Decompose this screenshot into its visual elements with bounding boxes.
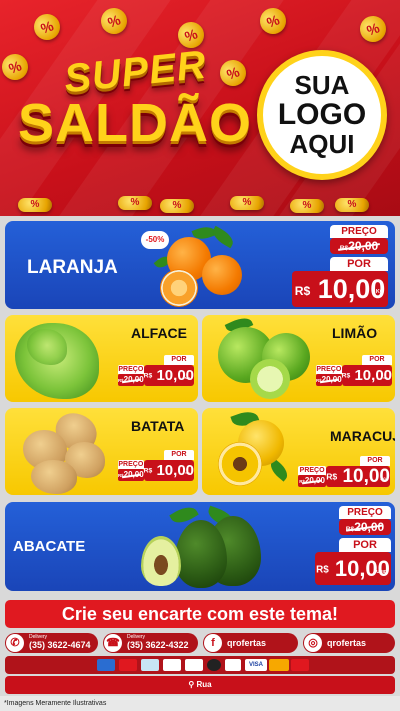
promo-banner[interactable]: Crie seu encarte com este tema!	[5, 600, 395, 628]
new-price: R$ 10,00 KG	[341, 365, 393, 386]
facebook-icon: f	[204, 634, 222, 652]
visa-icon: VISA	[245, 659, 267, 671]
old-price: R$20,00	[298, 475, 327, 487]
phone-contact[interactable]: ☎ Delivery (35) 3622-4322	[103, 633, 198, 653]
product-card-maracuja[interactable]: MARACUJÁ PREÇO R$20,00 POR R$ 10,00KG	[202, 408, 395, 495]
por-label: POR	[362, 355, 393, 365]
whatsapp-icon: ✆	[6, 634, 24, 652]
product-card-batata[interactable]: BATATA PREÇO R$20,00 POR R$ 10,00 KG	[5, 408, 198, 495]
payment-card-icon	[141, 659, 159, 671]
disclaimer: *Imagens Meramente Ilustrativas	[0, 696, 400, 711]
payment-methods: VISA	[5, 656, 395, 674]
por-label: POR	[339, 538, 391, 552]
old-price: R$20,00	[118, 374, 144, 386]
price-tag: PREÇO R$20,00 POR R$ 10,00 KG	[316, 355, 393, 386]
brand-title: SUPER SALDÃO	[12, 43, 252, 170]
por-label: POR	[164, 355, 195, 365]
new-price: R$ 10,00 KG	[292, 271, 388, 307]
instagram-icon: ◎	[304, 634, 322, 652]
percent-coin-icon: %	[30, 10, 64, 44]
product-name: LARANJA	[27, 257, 118, 278]
product-name: ABACATE	[13, 538, 86, 555]
price-label: PREÇO	[298, 466, 327, 475]
payment-card-icon	[225, 659, 241, 671]
por-label: POR	[164, 450, 195, 460]
percent-coin-icon: %	[118, 196, 152, 210]
payment-card-icon	[291, 659, 309, 671]
product-card-alface[interactable]: ALFACE PREÇO R$20,00 POR R$ 10,00 UNID	[5, 315, 198, 402]
brand-title-bottom: SALDÃO	[18, 93, 252, 153]
old-price: R$20,00	[316, 374, 342, 386]
payment-card-icon	[185, 659, 203, 671]
instagram-contact[interactable]: ◎ qrofertas	[303, 633, 395, 653]
price-label: PREÇO	[316, 365, 342, 374]
price-label: PREÇO	[330, 225, 388, 238]
new-price: R$ 10,00 UNID	[143, 365, 195, 386]
whatsapp-contact[interactable]: ✆ Delivery (35) 3622-4674	[5, 633, 98, 653]
payment-card-icon	[97, 659, 115, 671]
price-tag: PREÇO R$20,00 POR R$ 10,00 KG	[292, 225, 388, 307]
percent-coin-icon: %	[230, 196, 264, 210]
contacts-bar: ✆ Delivery (35) 3622-4674 ☎ Delivery (35…	[5, 633, 395, 653]
old-price: R$20,00	[339, 519, 391, 535]
mastercard-icon	[269, 659, 289, 671]
price-label: PREÇO	[118, 365, 144, 374]
product-name: LIMÃO	[332, 325, 378, 341]
logo-line-1: SUA	[294, 69, 350, 100]
percent-coin-icon: %	[18, 198, 52, 212]
old-price: R$20,00	[118, 469, 144, 481]
contact-value: qrofertas	[227, 638, 267, 648]
old-price: R$20,00	[330, 238, 388, 254]
price-tag: PREÇO R$20,00 POR R$ 10,00 KG	[298, 456, 390, 487]
header: % % % % % % % % % % % % % SUPER SALDÃO S…	[0, 0, 400, 216]
product-name: BATATA	[131, 418, 185, 434]
facebook-contact[interactable]: f qrofertas	[203, 633, 298, 653]
product-card-limao[interactable]: LIMÃO PREÇO R$20,00 POR R$ 10,00 KG	[202, 315, 395, 402]
address-bar[interactable]: ⚲ Rua	[5, 676, 395, 694]
product-card-abacate[interactable]: ABACATE PREÇO R$20,00 POR R$ 10,00 UNID	[5, 502, 395, 591]
percent-coin-icon: %	[160, 199, 194, 213]
price-tag: PREÇO R$20,00 POR R$ 10,00 UNID	[315, 506, 391, 585]
price-tag: PREÇO R$20,00 POR R$ 10,00 KG	[118, 450, 195, 481]
price-tag: PREÇO R$20,00 POR R$ 10,00 UNID	[118, 355, 195, 386]
product-card-laranja[interactable]: LARANJA -50% PREÇO R$20,00 POR R$ 10,00 K…	[5, 221, 395, 309]
contact-value: (35) 3622-4322	[127, 640, 189, 650]
product-name: ALFACE	[131, 325, 187, 341]
phone-icon: ☎	[104, 634, 122, 652]
new-price: R$ 10,00 KG	[143, 460, 195, 481]
payment-card-icon	[119, 659, 137, 671]
contact-value: qrofertas	[327, 638, 367, 648]
percent-coin-icon: %	[335, 198, 369, 212]
logo-line-2: LOGO	[277, 98, 367, 132]
contact-value: (35) 3622-4674	[29, 640, 91, 650]
logo-line-3: AQUI	[289, 128, 355, 159]
new-price: R$ 10,00 KG	[326, 466, 390, 487]
payment-card-icon	[163, 659, 181, 671]
por-label: POR	[330, 257, 388, 271]
logo-placeholder[interactable]: SUA LOGO AQUI	[257, 50, 387, 180]
product-name: MARACUJÁ	[330, 428, 395, 444]
percent-coin-icon: %	[290, 199, 324, 213]
address-text: Rua	[196, 680, 212, 689]
payment-card-icon	[207, 659, 221, 671]
price-label: PREÇO	[339, 506, 391, 519]
por-label: POR	[360, 456, 390, 466]
price-label: PREÇO	[118, 460, 144, 469]
discount-badge: -50%	[141, 231, 169, 249]
new-price: R$ 10,00 UNID	[315, 552, 391, 585]
